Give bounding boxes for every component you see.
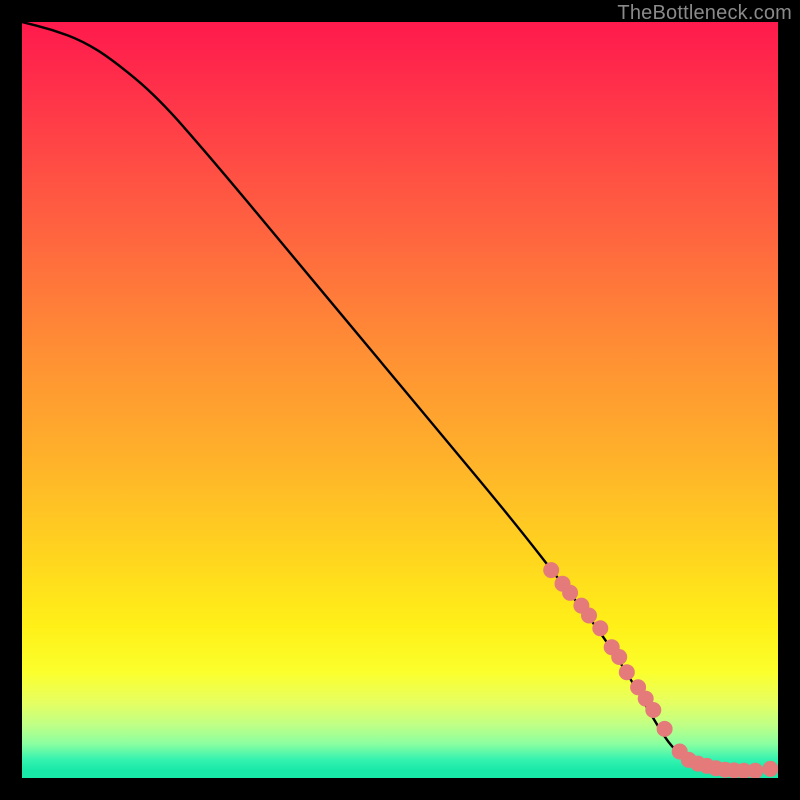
plot-area: [22, 22, 778, 778]
marker-dots: [543, 562, 778, 778]
bottleneck-curve: [22, 22, 778, 771]
marker-dot: [747, 763, 763, 778]
marker-dot: [762, 761, 778, 777]
marker-dot: [581, 608, 597, 624]
marker-dot: [611, 649, 627, 665]
marker-dot: [592, 620, 608, 636]
marker-dot: [543, 562, 559, 578]
marker-dot: [645, 702, 661, 718]
chart-stage: TheBottleneck.com: [0, 0, 800, 800]
marker-dot: [562, 585, 578, 601]
marker-dot: [619, 664, 635, 680]
attribution-label: TheBottleneck.com: [617, 2, 792, 25]
marker-dot: [657, 721, 673, 737]
curve-layer: [22, 22, 778, 778]
